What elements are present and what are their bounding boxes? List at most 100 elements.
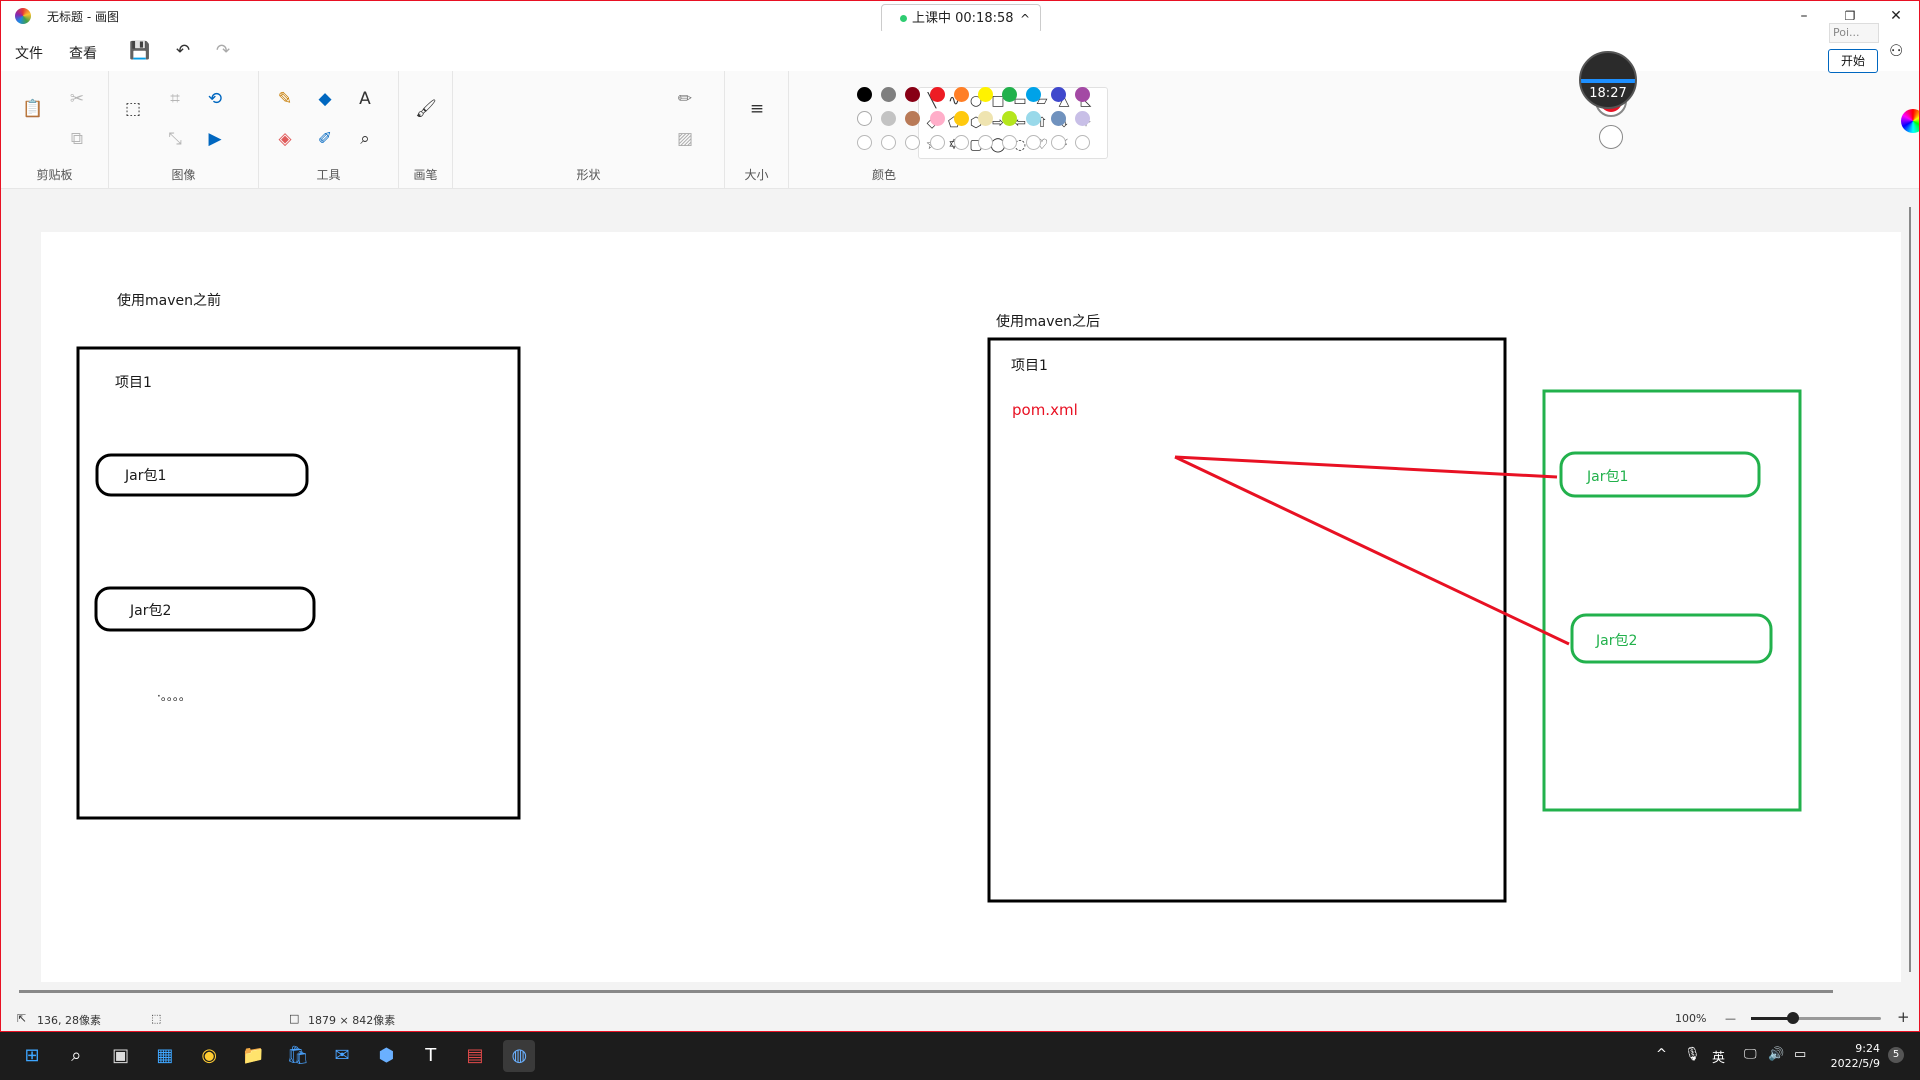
chevron-up-icon[interactable]: ^ — [1020, 5, 1030, 33]
pencil-icon[interactable]: ✎ — [273, 87, 297, 111]
palette-color-5[interactable] — [978, 87, 993, 102]
undo-icon[interactable]: ↶ — [173, 41, 193, 61]
palette-color-13[interactable] — [929, 111, 945, 126]
minimize-button[interactable]: – — [1789, 5, 1819, 27]
brush-icon[interactable]: 🖌 — [414, 97, 438, 121]
text-tool-icon[interactable]: A — [353, 87, 377, 111]
palette-color-17[interactable] — [1026, 111, 1042, 126]
ime-indicator[interactable]: 英 — [1712, 1047, 1725, 1066]
widgets-icon[interactable]: ▦ — [149, 1040, 181, 1072]
palette-color-2[interactable] — [905, 87, 921, 102]
network-icon[interactable]: 🖵 — [1744, 1047, 1757, 1062]
fill-icon[interactable]: ◆ — [313, 87, 337, 111]
palette-color-10[interactable] — [857, 111, 872, 126]
cut-icon[interactable]: ✂ — [65, 87, 89, 111]
palette-color-4[interactable] — [953, 87, 969, 102]
before-jar2-label: Jar包2 — [130, 603, 172, 619]
start-icon[interactable]: ⊞ — [16, 1040, 48, 1072]
palette-color-6[interactable] — [1002, 87, 1018, 102]
palette-color-7[interactable] — [1026, 87, 1042, 102]
store-icon[interactable]: 🛍 — [282, 1040, 314, 1072]
file-explorer-icon[interactable]: 📁 — [238, 1040, 270, 1072]
paint-app-icon — [15, 8, 31, 24]
custom-color-slot-3[interactable] — [929, 135, 945, 150]
zoom-in-button[interactable]: + — [1897, 1008, 1910, 1026]
cursor-icon: ⇱ — [17, 1012, 27, 1025]
clock-time: 9:24 — [1855, 1042, 1880, 1055]
recorder-start-button[interactable]: 开始 — [1828, 49, 1878, 73]
palette-color-11[interactable] — [881, 111, 897, 126]
resize-icon[interactable]: ⤡ — [163, 127, 187, 151]
volume-icon[interactable]: 🔊 — [1768, 1047, 1784, 1062]
share-icon[interactable]: ⚇ — [1889, 41, 1903, 60]
class-timer-pill[interactable]: 上课中 00:18:58 ^ — [881, 4, 1041, 34]
palette-color-3[interactable] — [929, 87, 945, 102]
palette-color-15[interactable] — [978, 111, 993, 126]
zoom-slider[interactable] — [1751, 1012, 1881, 1024]
image-app-icon[interactable]: ▤ — [459, 1040, 491, 1072]
eraser-icon[interactable]: ◈ — [273, 127, 297, 151]
canvas-size-icon: □ — [289, 1012, 300, 1025]
group-shapes: ╲∿○□▭▱△◺◇⬠⬡⇨⇦⇧⇩✧☆✡▢◯◌♡⚡ ✏ ▨ 形状 — [453, 71, 1108, 189]
custom-color-slot-7[interactable] — [1026, 135, 1042, 150]
palette-color-0[interactable] — [857, 87, 872, 102]
clipboard-label: 剪贴板 — [36, 168, 73, 182]
size-lines-icon[interactable]: ≡ — [745, 97, 769, 121]
custom-color-slot-0[interactable] — [857, 135, 872, 150]
mail-icon[interactable]: ✉ — [326, 1040, 358, 1072]
microphone-icon[interactable]: 🎙 — [1684, 1047, 1701, 1062]
zoom-slider-thumb[interactable] — [1786, 1012, 1799, 1024]
paint-taskbar-icon[interactable]: ◍ — [503, 1040, 536, 1072]
menu-view[interactable]: 查看 — [69, 43, 97, 63]
rotate-icon[interactable]: ⟲ — [203, 87, 227, 111]
custom-color-slot-2[interactable] — [905, 135, 921, 150]
custom-color-slot-5[interactable] — [978, 135, 993, 150]
custom-color-slot-1[interactable] — [881, 135, 897, 150]
edit-colors-icon[interactable] — [1901, 109, 1919, 133]
redo-icon[interactable]: ↷ — [213, 41, 233, 61]
app-icon-blue[interactable]: ⬢ — [370, 1040, 402, 1072]
floating-timer[interactable]: 18:27 — [1579, 51, 1637, 109]
palette-color-18[interactable] — [1050, 111, 1066, 126]
notification-badge[interactable]: 5 — [1888, 1047, 1904, 1063]
select-icon[interactable]: ⬚ — [121, 97, 145, 121]
custom-color-slot-4[interactable] — [953, 135, 969, 150]
secondary-color-swatch[interactable] — [1599, 125, 1623, 149]
window-title: 无标题 - 画图 — [47, 10, 119, 24]
custom-color-slot-9[interactable] — [1074, 135, 1090, 150]
ellipsis-dots: ·。。。。 — [157, 689, 191, 703]
vertical-scrollbar[interactable] — [1909, 207, 1911, 972]
palette-color-14[interactable] — [953, 111, 969, 126]
save-icon[interactable]: 💾 — [129, 41, 150, 61]
chrome-icon[interactable]: ◉ — [193, 1040, 225, 1072]
palette-color-16[interactable] — [1002, 111, 1018, 126]
flip-icon[interactable]: ▶ — [203, 127, 227, 151]
shape-fill-icon[interactable]: ▨ — [673, 127, 697, 151]
custom-color-slot-8[interactable] — [1050, 135, 1066, 150]
close-button[interactable]: ✕ — [1881, 5, 1911, 27]
outline-icon[interactable]: ✏ — [673, 87, 697, 111]
horizontal-scrollbar[interactable] — [19, 990, 1833, 993]
task-view-icon[interactable]: ▣ — [105, 1040, 137, 1072]
taskbar-clock[interactable]: 9:24 2022/5/9 — [1828, 1041, 1880, 1071]
palette-color-1[interactable] — [881, 87, 897, 102]
palette-color-12[interactable] — [905, 111, 921, 126]
magnifier-icon[interactable]: ⌕ — [353, 127, 377, 151]
palette-color-19[interactable] — [1074, 111, 1090, 126]
paste-icon[interactable]: 📋 — [21, 97, 45, 121]
color-picker-icon[interactable]: ✐ — [313, 127, 337, 151]
palette-color-9[interactable] — [1074, 87, 1090, 102]
typora-icon[interactable]: T — [415, 1040, 447, 1072]
battery-icon[interactable]: ▭ — [1794, 1047, 1806, 1062]
custom-color-slot-6[interactable] — [1002, 135, 1018, 150]
drawing-canvas[interactable]: 使用maven之前 项目1 Jar包1 Jar包2 ·。。。。 使用maven之… — [41, 232, 1901, 982]
canvas-area: 使用maven之前 项目1 Jar包1 Jar包2 ·。。。。 使用maven之… — [1, 190, 1919, 986]
crop-icon[interactable]: ⌗ — [163, 87, 187, 111]
after-project-box — [987, 337, 1507, 903]
search-icon[interactable]: ⌕ — [60, 1040, 92, 1072]
tray-chevron-icon[interactable]: ^ — [1656, 1047, 1667, 1062]
copy-icon[interactable]: ⧉ — [65, 127, 89, 151]
menu-file[interactable]: 文件 — [15, 43, 43, 63]
palette-color-8[interactable] — [1050, 87, 1066, 102]
zoom-out-button[interactable]: — — [1725, 1012, 1736, 1025]
